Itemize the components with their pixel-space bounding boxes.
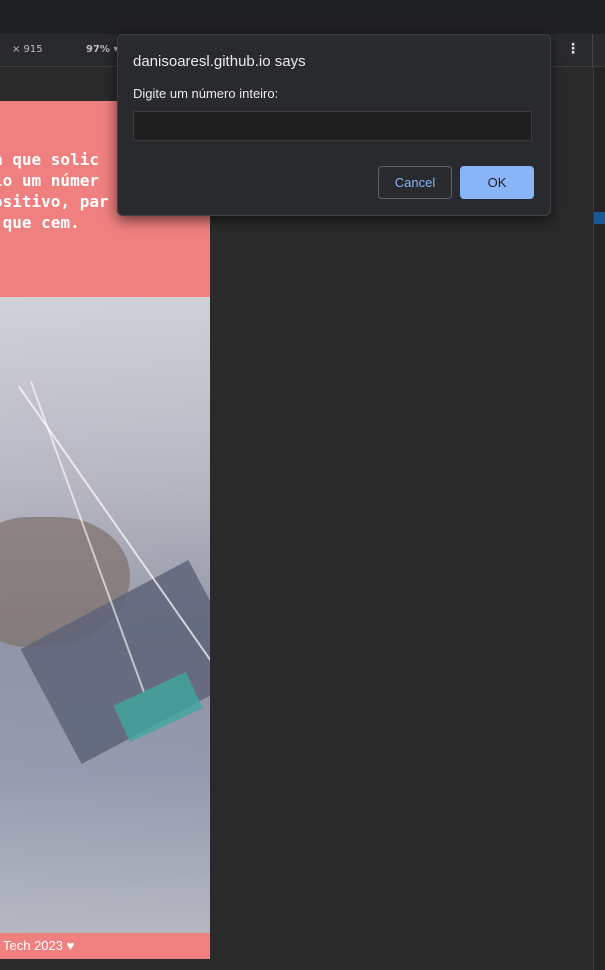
toolbar-divider [592,34,593,66]
viewport-dimensions[interactable]: × 915 [12,44,43,55]
hero-image [0,297,210,933]
prompt-dialog: danisoaresl.github.io says Digite um núm… [117,34,551,216]
dialog-title: danisoaresl.github.io says [133,53,306,70]
page-footer: Tech 2023 ♥ [0,933,210,959]
footer-text: Tech 2023 ♥ [3,938,75,953]
ok-button[interactable]: OK [460,166,534,199]
prompt-input[interactable] [133,111,532,141]
dialog-message: Digite um número inteiro: [133,86,279,101]
selected-node-highlight [594,212,605,224]
more-options-icon[interactable]: ⋮ [566,41,580,57]
devtools-panel[interactable] [593,67,605,970]
page-viewport: a que solic lo um númer ositivo, par e q… [0,101,210,959]
browser-top-bar [0,0,605,34]
cancel-button[interactable]: Cancel [378,166,452,199]
zoom-select[interactable]: 97% ▾ [86,44,118,55]
